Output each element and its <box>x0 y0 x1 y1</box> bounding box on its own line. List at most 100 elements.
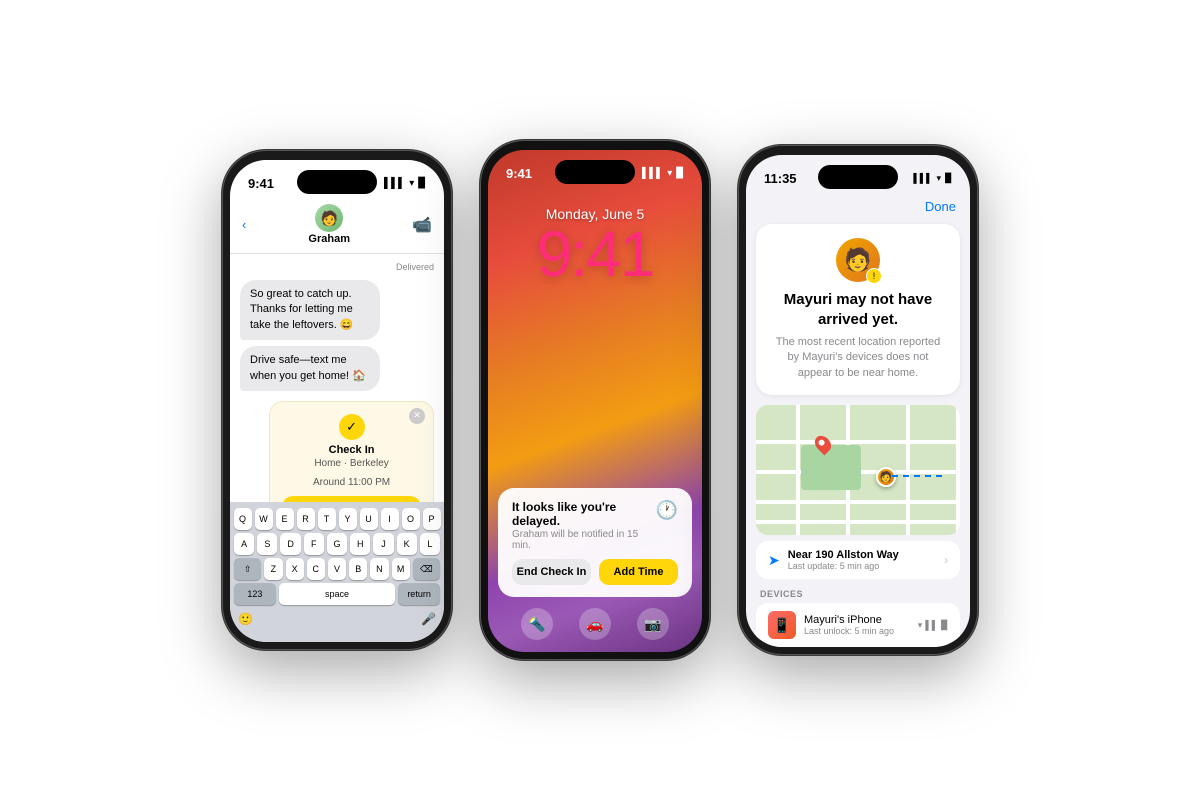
end-checkin-button[interactable]: End Check In <box>512 559 591 585</box>
dynamic-island-1 <box>297 170 377 194</box>
key-e[interactable]: E <box>276 508 294 530</box>
key-h[interactable]: H <box>350 533 370 555</box>
key-p[interactable]: P <box>423 508 441 530</box>
key-backspace[interactable]: ⌫ <box>413 558 440 580</box>
key-r[interactable]: R <box>297 508 315 530</box>
lock-dock: 🔦 🚗 📷 <box>488 608 702 640</box>
checkin-close-button[interactable]: ✕ <box>409 408 425 424</box>
key-v[interactable]: V <box>328 558 346 580</box>
flashlight-icon[interactable]: 🔦 <box>521 608 553 640</box>
status-time-3: 11:35 <box>764 171 797 186</box>
phone-findmy: 11:35 ▌▌▌ ▾ ▉ Done 🧑 ! <box>738 145 978 655</box>
key-z[interactable]: Z <box>264 558 282 580</box>
key-shift[interactable]: ⇧ <box>234 558 261 580</box>
phone-lockscreen: 9:41 ▌▌▌ ▾ ▉ Monday, June 5 9:41 I <box>480 140 710 660</box>
key-k[interactable]: K <box>397 533 417 555</box>
status-time-1: 9:41 <box>248 176 274 191</box>
key-u[interactable]: U <box>360 508 378 530</box>
key-w[interactable]: W <box>255 508 273 530</box>
device-iphone-name: Mayuri's iPhone <box>804 614 918 626</box>
back-button[interactable]: ‹ <box>242 217 246 232</box>
dynamic-island-2 <box>555 160 635 184</box>
alert-card: 🧑 ! Mayuri may not have arrived yet. The… <box>756 224 960 395</box>
key-j[interactable]: J <box>373 533 393 555</box>
checkin-checkmark-icon: ✓ <box>282 414 421 440</box>
location-update-time: Last update: 5 min ago <box>788 561 944 571</box>
key-n[interactable]: N <box>370 558 388 580</box>
key-m[interactable]: M <box>392 558 410 580</box>
key-return[interactable]: return <box>398 583 440 605</box>
key-b[interactable]: B <box>349 558 367 580</box>
findmy-screen: 11:35 ▌▌▌ ▾ ▉ Done 🧑 ! <box>746 155 970 647</box>
checkin-location: Home · Berkeley <box>282 458 421 469</box>
location-name: Near 190 Allston Way <box>788 549 944 561</box>
facetime-button[interactable]: 📹 <box>412 215 432 235</box>
key-c[interactable]: C <box>307 558 325 580</box>
checkin-title: Check In <box>282 444 421 456</box>
battery-icon-3: ▉ <box>945 173 952 184</box>
delay-card: It looks like you're delayed. Graham wil… <box>498 488 692 597</box>
key-y[interactable]: Y <box>339 508 357 530</box>
device-row-iphone[interactable]: 📱 Mayuri's iPhone Last unlock: 5 min ago… <box>756 603 960 647</box>
emoji-button[interactable]: 🙂 <box>238 612 253 626</box>
key-d[interactable]: D <box>280 533 300 555</box>
done-button[interactable]: Done <box>925 199 956 214</box>
device-iphone-status: Last unlock: 5 min ago <box>804 626 918 636</box>
alert-title: Mayuri may not have arrived yet. <box>770 290 946 329</box>
signal-icon-3: ▌▌▌ <box>913 173 932 183</box>
wifi-icon-2: ▾ <box>667 168 672 179</box>
wifi-icon-1: ▾ <box>409 178 414 189</box>
devices-list: 📱 Mayuri's iPhone Last unlock: 5 min ago… <box>756 603 960 647</box>
signal-icon-2: ▌▌▌ <box>642 168 663 179</box>
key-q[interactable]: Q <box>234 508 252 530</box>
key-t[interactable]: T <box>318 508 336 530</box>
key-123[interactable]: 123 <box>234 583 276 605</box>
devices-section: DEVICES 📱 Mayuri's iPhone Last unlock: 5… <box>756 589 960 647</box>
key-f[interactable]: F <box>304 533 324 555</box>
key-i[interactable]: I <box>381 508 399 530</box>
delivered-label: Delivered <box>240 262 434 272</box>
wifi-status-icon: ▾ <box>918 620 923 631</box>
key-o[interactable]: O <box>402 508 420 530</box>
contact-area[interactable]: 🧑 Graham <box>308 204 350 245</box>
alert-description: The most recent location reported by May… <box>770 335 946 381</box>
add-time-button[interactable]: Add Time <box>599 559 678 585</box>
driving-icon[interactable]: 🚗 <box>579 608 611 640</box>
key-a[interactable]: A <box>234 533 254 555</box>
alert-badge-icon: ! <box>866 268 882 284</box>
bubble-received-1: So great to catch up. Thanks for letting… <box>240 280 380 340</box>
mic-button[interactable]: 🎤 <box>421 612 436 626</box>
lockscreen-screen: 9:41 ▌▌▌ ▾ ▉ Monday, June 5 9:41 I <box>488 150 702 652</box>
dynamic-island-3 <box>818 165 898 189</box>
key-s[interactable]: S <box>257 533 277 555</box>
key-x[interactable]: X <box>286 558 304 580</box>
status-icons-2: ▌▌▌ ▾ ▉ <box>642 168 684 179</box>
battery-icon-2: ▉ <box>676 168 684 179</box>
delay-clock-icon: 🕐 <box>656 500 678 521</box>
status-time-2: 9:41 <box>506 166 532 181</box>
battery-icon-1: ▉ <box>418 178 426 189</box>
mayuri-avatar: 🧑 ! <box>836 238 880 282</box>
devices-label: DEVICES <box>756 589 960 603</box>
location-info: Near 190 Allston Way Last update: 5 min … <box>788 549 944 571</box>
back-chevron: ‹ <box>242 217 246 232</box>
checkin-time: Around 11:00 PM <box>282 477 421 488</box>
messages-body: Delivered So great to catch up. Thanks f… <box>230 254 444 543</box>
lock-time: 9:41 <box>537 222 654 286</box>
signal-status-icon: ▌▌ <box>925 620 938 630</box>
location-row[interactable]: ➤ Near 190 Allston Way Last update: 5 mi… <box>756 541 960 579</box>
key-space[interactable]: space <box>279 583 395 605</box>
contact-name: Graham <box>308 233 350 245</box>
camera-icon[interactable]: 📷 <box>637 608 669 640</box>
key-g[interactable]: G <box>327 533 347 555</box>
battery-status-icon: ▉ <box>941 620 948 631</box>
key-l[interactable]: L <box>420 533 440 555</box>
map-route-line <box>892 475 942 477</box>
map-user-pin: 🧑 <box>876 467 896 487</box>
keyboard: Q W E R T Y U I O P A S D <box>230 502 444 642</box>
map-area: 🧑 <box>756 405 960 535</box>
chevron-right-icon: › <box>944 553 948 567</box>
device-iphone-info: Mayuri's iPhone Last unlock: 5 min ago <box>804 614 918 636</box>
delay-title: It looks like you're delayed. <box>512 500 656 528</box>
status-icons-1: ▌▌▌ ▾ ▉ <box>384 178 426 189</box>
